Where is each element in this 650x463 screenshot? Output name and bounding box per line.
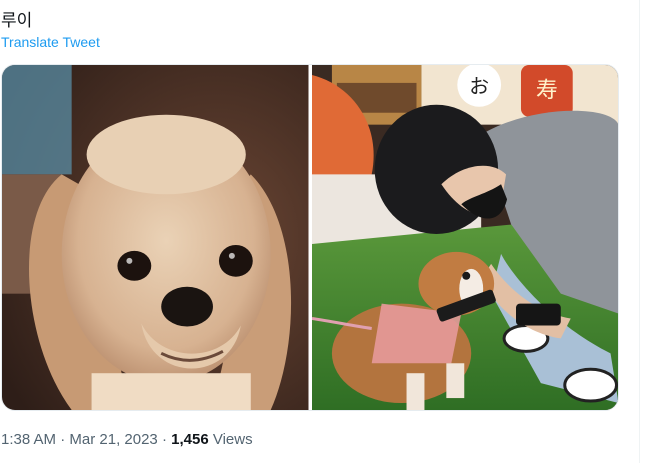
tweet-photo-2[interactable]: お 寿 bbox=[311, 65, 618, 410]
sign-glyph-2: 寿 bbox=[535, 78, 557, 103]
tweet-date[interactable]: Mar 21, 2023 bbox=[69, 431, 157, 448]
tweet-text: 루이 bbox=[1, 11, 33, 31]
tweet-meta-row: 1:38 AM · Mar 21, 2023 · 1,456 Views bbox=[1, 431, 253, 448]
meta-separator-2: · bbox=[161, 431, 167, 448]
sign-glyph-1: お bbox=[469, 75, 489, 98]
tweet-media-grid: お 寿 bbox=[1, 64, 619, 411]
tweet-time[interactable]: 1:38 AM bbox=[1, 431, 56, 448]
person-dog-image: お 寿 bbox=[311, 65, 618, 410]
meta-separator-1: · bbox=[60, 431, 66, 448]
views-label: Views bbox=[212, 431, 253, 448]
tweet-photo-1[interactable] bbox=[2, 65, 309, 410]
dog-closeup-image bbox=[2, 65, 309, 410]
translate-tweet-link[interactable]: Translate Tweet bbox=[1, 34, 100, 50]
views-count: 1,456 bbox=[171, 431, 209, 448]
column-divider bbox=[639, 0, 640, 463]
